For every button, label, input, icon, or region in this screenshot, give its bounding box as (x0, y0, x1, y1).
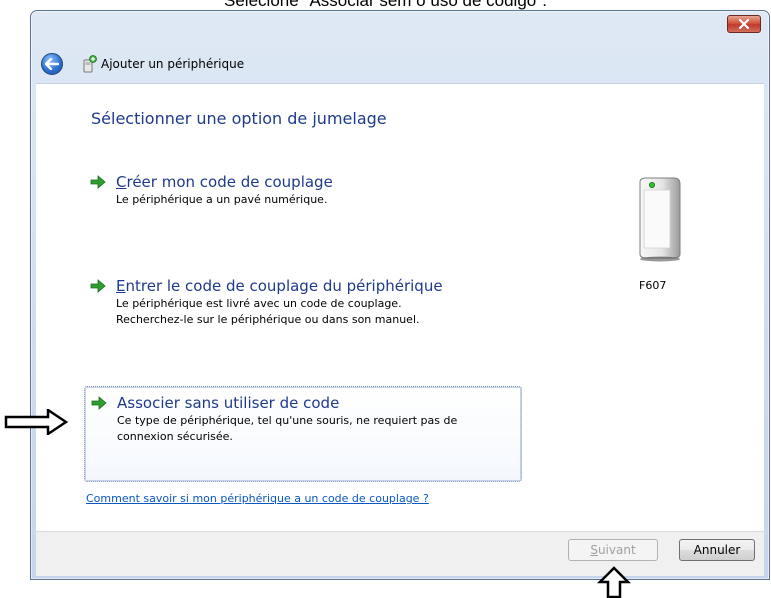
pc-tower-icon (639, 177, 681, 262)
option-create-code[interactable]: Créer mon code de couplage Le périphériq… (84, 166, 522, 214)
back-button[interactable] (41, 53, 63, 75)
window-title: Ajouter un périphérique (101, 57, 245, 71)
content-panel: Sélectionner une option de jumelage Crée… (36, 83, 764, 534)
cancel-button-label: Annuler (693, 543, 741, 557)
green-arrow-icon (90, 175, 106, 189)
help-link[interactable]: Comment savoir si mon périphérique a un … (86, 492, 429, 505)
green-arrow-icon (91, 396, 107, 410)
option-title-text: réer mon code de couplage (126, 173, 333, 191)
option-pair-without-code[interactable]: Associer sans utiliser de code Ce type d… (84, 386, 522, 482)
option-description-line2: connexion sécurisée. (117, 430, 233, 443)
cancel-button[interactable]: Annuler (679, 539, 755, 561)
option-description-line1: Le périphérique est livré avec un code d… (116, 297, 402, 310)
close-button[interactable] (727, 15, 761, 33)
device-name: F607 (639, 279, 667, 292)
back-arrow-icon (45, 58, 59, 70)
annotation-arrow-up-icon (596, 566, 632, 598)
option-title: Créer mon code de couplage (116, 172, 514, 192)
add-device-window: Ajouter un périphérique Sélectionner une… (30, 10, 770, 580)
close-icon (739, 19, 749, 29)
navigation-bar: Ajouter un périphérique (36, 45, 764, 83)
add-device-icon (83, 55, 97, 73)
footer-bar: Suivant Annuler (36, 531, 764, 576)
option-title: Entrer le code de couplage du périphériq… (116, 276, 514, 296)
option-enter-code[interactable]: Entrer le code de couplage du périphériq… (84, 270, 522, 334)
access-key: C (116, 173, 127, 191)
option-description-line1: Ce type de périphérique, tel qu'une sour… (117, 414, 458, 427)
page-heading: Sélectionner une option de jumelage (91, 109, 387, 128)
access-key: S (590, 543, 598, 557)
option-title: Associer sans utiliser de code (117, 394, 340, 412)
option-description-line2: Recherchez-le sur le périphérique ou dan… (116, 313, 420, 326)
next-button-label: uivant (597, 543, 636, 557)
annotation-arrow-right-icon (4, 409, 68, 435)
green-arrow-icon (90, 279, 106, 293)
option-title-text: ntrer le code de couplage du périphériqu… (125, 277, 443, 295)
option-description: Le périphérique a un pavé numérique. (116, 193, 328, 206)
next-button[interactable]: Suivant (568, 539, 658, 561)
